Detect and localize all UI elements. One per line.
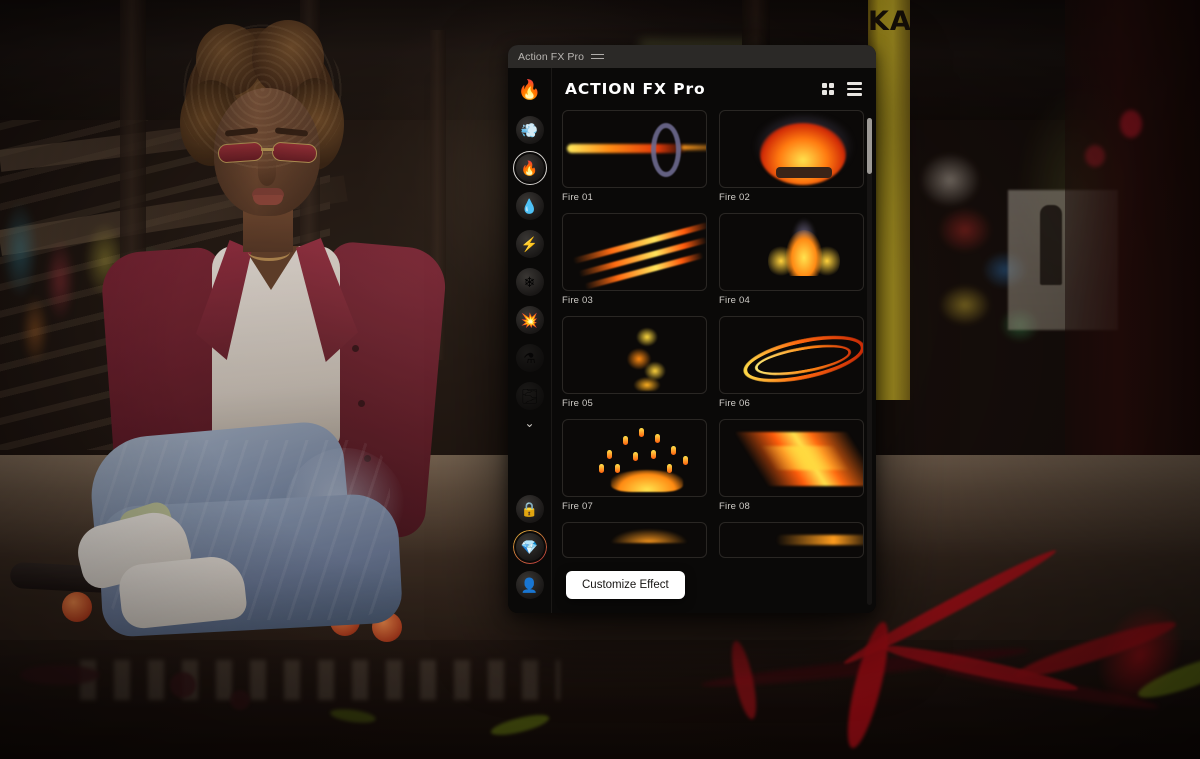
effect-label: Fire 06 xyxy=(719,398,750,409)
grid-view-icon[interactable] xyxy=(821,82,834,96)
chevron-down-icon[interactable]: ⌄ xyxy=(524,416,534,430)
hamburger-menu-icon[interactable] xyxy=(591,53,605,60)
sidebar-item-more[interactable]: 🌫 xyxy=(515,382,544,410)
effect-thumbnail[interactable] xyxy=(562,316,707,394)
effect-card[interactable]: Fire 05 xyxy=(562,316,707,409)
panel-content: ACTION FX Pro Fire 01 Fire 02 Fire 03 Fi… xyxy=(552,68,876,613)
page-title: ACTION FX Pro xyxy=(565,80,706,98)
list-view-icon[interactable] xyxy=(847,82,862,96)
effect-thumbnail[interactable] xyxy=(719,316,864,394)
effect-label: Fire 05 xyxy=(562,398,593,409)
scrollbar-track[interactable] xyxy=(867,118,872,605)
effect-label: Fire 08 xyxy=(719,501,750,512)
sidebar-item-snow[interactable]: ❄ xyxy=(515,268,544,296)
effect-card[interactable]: Fire 03 xyxy=(562,213,707,306)
sidebar-item-premium[interactable]: 💎 xyxy=(515,533,544,561)
sidebar-item-smoke[interactable]: 💨 xyxy=(515,116,544,144)
effect-thumbnail[interactable] xyxy=(562,110,707,188)
effect-thumbnail[interactable] xyxy=(562,419,707,497)
panel-titlebar[interactable]: Action FX Pro xyxy=(508,45,876,68)
effect-label: Fire 02 xyxy=(719,192,750,203)
sidebar-item-fire[interactable]: 🔥 xyxy=(512,151,547,185)
sidebar-item-electricity[interactable]: ⚡ xyxy=(515,230,544,258)
effect-label: Fire 04 xyxy=(719,295,750,306)
effect-thumbnail[interactable] xyxy=(562,522,707,558)
flame-logo-icon: 🔥 xyxy=(517,79,542,101)
effect-card[interactable] xyxy=(719,522,864,558)
effect-card[interactable]: Fire 01 xyxy=(562,110,707,203)
sidebar-item-account[interactable]: 👤 xyxy=(515,571,544,599)
effect-thumbnail[interactable] xyxy=(562,213,707,291)
effects-scroll-area[interactable]: Fire 01 Fire 02 Fire 03 Fire 04 Fire 05 … xyxy=(552,110,876,613)
scrollbar-thumb[interactable] xyxy=(867,118,872,174)
effect-thumbnail[interactable] xyxy=(719,522,864,558)
effect-thumbnail[interactable] xyxy=(719,110,864,188)
effects-sidebar[interactable]: 🔥 💨 🔥 💧 ⚡ ❄ 💥 ⚗ 🌫 ⌄ 🔒 💎 👤 xyxy=(508,68,552,613)
effect-card[interactable]: Fire 02 xyxy=(719,110,864,203)
effect-thumbnail[interactable] xyxy=(719,213,864,291)
effect-label: Fire 01 xyxy=(562,192,593,203)
effect-label: Fire 07 xyxy=(562,501,593,512)
effect-card[interactable]: Fire 08 xyxy=(719,419,864,512)
effect-card[interactable]: Fire 06 xyxy=(719,316,864,409)
panel-body: 🔥 💨 🔥 💧 ⚡ ❄ 💥 ⚗ 🌫 ⌄ 🔒 💎 👤 ACTION FX Pro xyxy=(508,68,876,613)
effect-thumbnail[interactable] xyxy=(719,419,864,497)
effect-card[interactable]: Fire 07 xyxy=(562,419,707,512)
customize-effect-button[interactable]: Customize Effect xyxy=(566,571,685,599)
sidebar-item-magic[interactable]: ⚗ xyxy=(515,344,544,372)
window-title: Action FX Pro xyxy=(518,50,585,63)
panel-header: ACTION FX Pro xyxy=(552,68,876,110)
sidebar-item-locked[interactable]: 🔒 xyxy=(515,495,544,523)
effect-card[interactable] xyxy=(562,522,707,558)
effects-grid: Fire 01 Fire 02 Fire 03 Fire 04 Fire 05 … xyxy=(562,110,864,558)
effect-label: Fire 03 xyxy=(562,295,593,306)
effect-card[interactable]: Fire 04 xyxy=(719,213,864,306)
action-fx-pro-panel[interactable]: Action FX Pro 🔥 💨 🔥 💧 ⚡ ❄ 💥 ⚗ 🌫 ⌄ 🔒 💎 👤 … xyxy=(508,45,876,613)
sidebar-item-explosion[interactable]: 💥 xyxy=(515,306,544,334)
sidebar-item-water[interactable]: 💧 xyxy=(515,192,544,220)
